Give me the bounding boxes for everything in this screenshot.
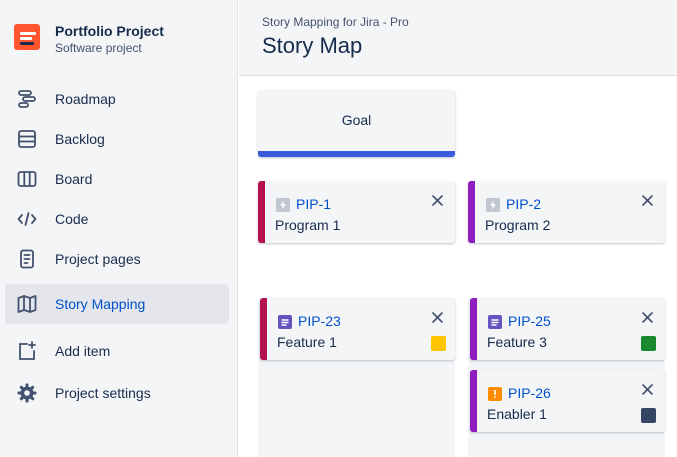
code-icon — [16, 208, 38, 230]
nav-item-add-item[interactable]: Add item — [5, 331, 229, 371]
close-icon[interactable] — [430, 193, 444, 207]
issue-key-link[interactable]: PIP-23 — [298, 313, 341, 329]
issue-summary: Feature 1 — [277, 334, 337, 350]
goal-card[interactable]: Goal — [258, 90, 455, 157]
project-logo-icon — [14, 24, 40, 50]
close-icon[interactable] — [640, 382, 654, 396]
pages-icon — [16, 248, 38, 270]
issue-summary: Program 2 — [485, 217, 551, 233]
app-name: Story Mapping for Jira - Pro — [262, 15, 409, 29]
gear-icon — [16, 382, 38, 404]
card-color-stripe — [468, 181, 475, 243]
program-icon — [486, 198, 500, 212]
roadmap-icon — [16, 88, 38, 110]
nav-label: Backlog — [55, 131, 105, 147]
project-header[interactable]: Portfolio Project Software project — [14, 22, 164, 56]
nav-item-roadmap[interactable]: Roadmap — [5, 79, 229, 119]
enabler-icon — [488, 387, 502, 401]
backlog-icon — [16, 128, 38, 150]
nav-item-board[interactable]: Board — [5, 159, 229, 199]
sidebar: Portfolio Project Software project Roadm… — [0, 0, 238, 457]
add-item-icon — [16, 340, 38, 362]
story-map-icon — [16, 293, 38, 315]
nav-item-code[interactable]: Code — [5, 199, 229, 239]
goal-color-bar — [258, 151, 455, 157]
nav-label: Roadmap — [55, 91, 116, 107]
nav-label: Add item — [55, 343, 111, 359]
status-color-swatch — [641, 408, 656, 423]
nav-item-project-settings[interactable]: Project settings — [5, 373, 229, 413]
issue-key-link[interactable]: PIP-25 — [508, 313, 551, 329]
story-icon — [488, 315, 502, 329]
card-color-stripe — [470, 298, 477, 360]
issue-summary: Enabler 1 — [487, 406, 547, 422]
nav-item-project-pages[interactable]: Project pages — [5, 239, 229, 279]
nav-item-story-mapping[interactable]: Story Mapping — [5, 284, 229, 324]
card-color-stripe — [260, 298, 267, 360]
nav-label: Project pages — [55, 251, 141, 267]
close-icon[interactable] — [640, 310, 654, 324]
nav-label: Code — [55, 211, 89, 227]
story-icon — [278, 315, 292, 329]
feature-card[interactable]: PIP-23 Feature 1 — [260, 298, 455, 360]
program-card[interactable]: PIP-2 Program 2 — [468, 181, 665, 243]
close-icon[interactable] — [640, 193, 654, 207]
page-title: Story Map — [262, 33, 363, 58]
status-color-swatch — [641, 336, 656, 351]
project-name: Portfolio Project — [55, 23, 164, 39]
feature-card[interactable]: PIP-25 Feature 3 — [470, 298, 665, 360]
status-color-swatch — [431, 336, 446, 351]
card-color-stripe — [258, 181, 265, 243]
issue-key-link[interactable]: PIP-2 — [506, 196, 541, 212]
program-icon — [276, 198, 290, 212]
program-card[interactable]: PIP-1 Program 1 — [258, 181, 455, 243]
nav-label: Project settings — [55, 385, 151, 401]
board-icon — [16, 168, 38, 190]
issue-summary: Feature 3 — [487, 334, 547, 350]
nav-item-backlog[interactable]: Backlog — [5, 119, 229, 159]
project-type: Software project — [55, 41, 142, 55]
close-icon[interactable] — [430, 310, 444, 324]
nav-label: Board — [55, 171, 93, 187]
goal-label: Goal — [341, 112, 372, 128]
feature-card[interactable]: PIP-26 Enabler 1 — [470, 370, 665, 432]
card-color-stripe — [470, 370, 477, 432]
issue-key-link[interactable]: PIP-26 — [508, 385, 551, 401]
story-map-board: Goal PIP-1 Program 1 PIP-2 Program 2 PIP… — [239, 77, 677, 457]
issue-summary: Program 1 — [275, 217, 341, 233]
nav-label: Story Mapping — [55, 296, 146, 312]
issue-key-link[interactable]: PIP-1 — [296, 196, 331, 212]
page-header: Story Mapping for Jira - Pro Story Map — [239, 0, 677, 76]
